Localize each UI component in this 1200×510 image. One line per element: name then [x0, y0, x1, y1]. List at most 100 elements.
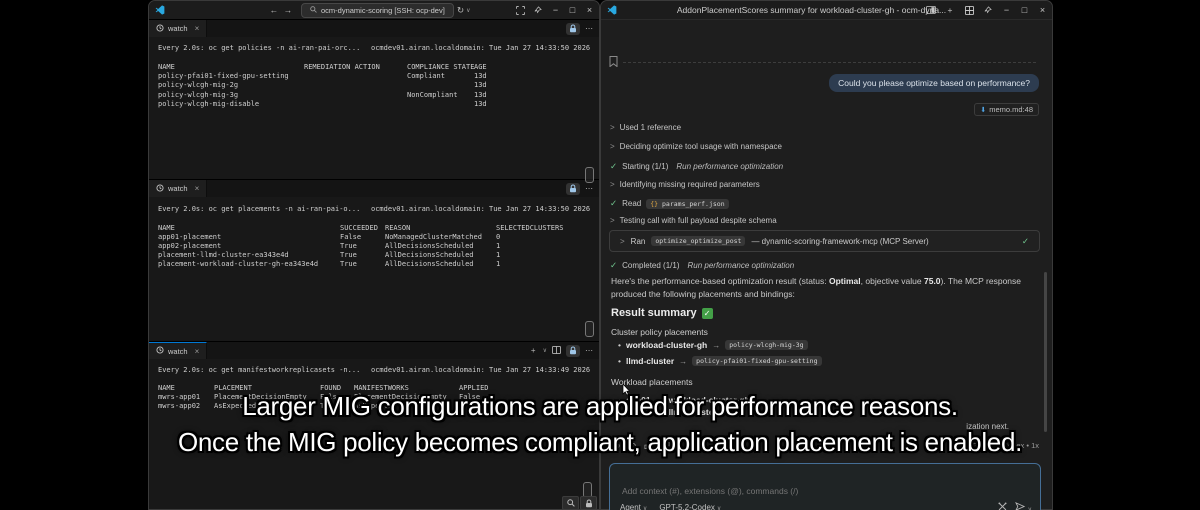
right-titlebar: AddonPlacementScores summary for workloa… [601, 1, 1052, 20]
scroll-lock-icon[interactable] [566, 23, 580, 35]
maximize-button[interactable]: □ [566, 5, 579, 15]
caption-line2: Once the MIG policy becomes compliant, a… [0, 427, 1200, 458]
step-used-reference[interactable]: > Used 1 reference [610, 123, 681, 132]
sync-icon[interactable]: ↻∨ [457, 3, 471, 17]
terminal1-tab-watch[interactable]: watch × [149, 20, 207, 37]
reference-badge[interactable]: ⬇ memo.md:48 [974, 103, 1039, 116]
json-file-icon: {} [650, 200, 658, 208]
more-actions-icon[interactable]: ⋯ [585, 24, 593, 33]
toggle-panel-icon[interactable] [924, 3, 938, 17]
minimize-button[interactable]: − [549, 5, 562, 15]
chevron-right-icon: > [610, 180, 615, 189]
terminal1-output: Every 2.0s: oc get policies -n ai-ran-pa… [149, 37, 599, 180]
screencast-corners-icon[interactable] [513, 3, 527, 17]
more-actions-icon[interactable]: ⋯ [585, 346, 593, 355]
terminal-scroll-indicator[interactable] [585, 321, 594, 337]
tab-label: watch [168, 24, 188, 33]
terminal2-tabbar: watch × ⋯ [149, 179, 599, 197]
search-icon [310, 6, 317, 15]
watch-icon [156, 184, 164, 194]
result-summary-heading: Result summary ✓ [611, 307, 713, 319]
left-titlebar: ← → ocm-dynamic-scoring [SSH: ocp-dev] ↻… [149, 1, 599, 20]
terminal-find-icon[interactable] [562, 496, 579, 510]
split-terminal-icon[interactable] [552, 346, 561, 356]
pin-icon[interactable] [981, 3, 995, 17]
terminal-policies: watch × ⋯ Every 2.0s: oc get policies -n… [149, 19, 599, 179]
step-starting[interactable]: ✓ Starting (1/1)Run performance optimiza… [610, 161, 783, 172]
arrow-right-icon: → [712, 341, 720, 350]
cluster-placement-item: • workload-cluster-gh → policy-wlcgh-mig… [618, 340, 808, 350]
send-icon[interactable]: ∨ [1015, 502, 1032, 510]
bullet-icon: • [618, 340, 621, 350]
more-actions-icon[interactable]: ⋯ [585, 184, 593, 193]
watch-command: Every 2.0s: oc get policies -n ai-ran-pa… [158, 44, 360, 53]
window-title: AddonPlacementScores summary for workloa… [671, 5, 952, 15]
bullet-icon: • [618, 356, 621, 366]
mode-selector[interactable]: Agent∨ [620, 503, 647, 510]
step-testing-call[interactable]: > Testing call with full payload despite… [610, 216, 777, 225]
nav-forward-icon[interactable]: → [281, 3, 295, 17]
cluster-placements-label: Cluster policy placements [611, 327, 708, 337]
maximize-button[interactable]: □ [1018, 5, 1031, 15]
terminal3-tab-watch[interactable]: watch × [149, 342, 207, 359]
result-intro-paragraph: Here's the performance-based optimizatio… [611, 275, 1043, 300]
customize-layout-icon[interactable] [962, 3, 976, 17]
new-chat-icon[interactable]: + [943, 3, 957, 17]
chat-divider [623, 62, 1036, 63]
policy-chip: policy-pfai01-fixed-gpu-setting [692, 356, 821, 366]
step-deciding-tool[interactable]: > Deciding optimize tool usage with name… [610, 142, 782, 151]
new-terminal-icon[interactable]: + [531, 346, 536, 355]
tools-icon[interactable] [998, 502, 1007, 510]
screen: ← → ocm-dynamic-scoring [SSH: ocp-dev] ↻… [0, 0, 1200, 510]
user-message: Could you please optimize based on perfo… [829, 74, 1039, 92]
tab-close-icon[interactable]: × [195, 24, 200, 33]
step-completed[interactable]: ✓ Completed (1/1)Run performance optimiz… [610, 260, 794, 271]
watch-host-time: ocmdev01.airan.localdomain: Tue Jan 27 1… [371, 44, 590, 53]
terminal2-tab-watch[interactable]: watch × [149, 180, 207, 197]
watch-host-time: ocmdev01.airan.localdomain: Tue Jan 27 1… [371, 366, 590, 375]
scroll-lock-icon[interactable] [566, 345, 580, 357]
terminal2-output: Every 2.0s: oc get placements -n ai-ran-… [149, 197, 599, 342]
check-icon: ✓ [610, 198, 617, 209]
check-icon: ✓ [1022, 236, 1029, 247]
chevron-right-icon: > [610, 216, 615, 225]
command-center-search[interactable]: ocm-dynamic-scoring [SSH: ocp-dev] [301, 3, 454, 18]
chevron-right-icon: > [620, 237, 625, 246]
terminal-dropdown-icon[interactable]: ∨ [543, 347, 547, 354]
arrow-right-icon: → [679, 357, 687, 366]
chevron-right-icon: > [610, 123, 615, 132]
close-button[interactable]: × [583, 5, 596, 15]
file-chip[interactable]: {} params_perf.json [646, 199, 728, 209]
model-selector[interactable]: GPT-5.2-Codex∨ [659, 503, 721, 510]
step-identifying-params[interactable]: > Identifying missing required parameter… [610, 180, 760, 189]
tool-name-chip: optimize_optimize_post [651, 236, 745, 246]
close-button[interactable]: × [1036, 5, 1049, 15]
pin-icon[interactable] [531, 3, 545, 17]
check-icon: ✓ [610, 260, 617, 271]
nav-back-icon[interactable]: ← [267, 3, 281, 17]
terminal-scroll-indicator[interactable] [585, 167, 594, 183]
cluster-placement-item: • llmd-cluster → policy-pfai01-fixed-gpu… [618, 356, 822, 366]
mcp-tool-call[interactable]: > Ran optimize_optimize_post — dynamic-s… [609, 230, 1040, 252]
chevron-right-icon: > [610, 142, 615, 151]
terminal-lock-icon[interactable] [580, 496, 597, 510]
step-read-file[interactable]: ✓ Read {} params_perf.json [610, 198, 729, 209]
markdown-file-icon: ⬇ [980, 106, 986, 114]
tab-close-icon[interactable]: × [195, 347, 200, 356]
vscode-logo-icon [605, 3, 619, 17]
chat-input-box[interactable]: Agent∨ GPT-5.2-Codex∨ ∨ [609, 463, 1041, 510]
scroll-lock-icon[interactable] [566, 183, 580, 195]
window-title-text: ocm-dynamic-scoring [SSH: ocp-dev] [321, 6, 445, 15]
tab-close-icon[interactable]: × [195, 184, 200, 193]
minimize-button[interactable]: − [1000, 5, 1013, 15]
terminal-manifestworks: watch × + ∨ ⋯ Every 2.0s: oc get manifes… [149, 341, 599, 510]
chat-input[interactable] [620, 485, 924, 497]
policy-chip: policy-wlcgh-mig-3g [725, 340, 807, 350]
terminal-placements: watch × ⋯ Every 2.0s: oc get placements … [149, 179, 599, 341]
caption-line1: Larger MIG configurations are applied fo… [0, 391, 1200, 422]
bookmark-icon[interactable] [609, 56, 618, 69]
terminal3-tabbar: watch × + ∨ ⋯ [149, 341, 599, 359]
watch-icon [156, 24, 164, 34]
chat-input-footer: Agent∨ GPT-5.2-Codex∨ ∨ [620, 502, 1032, 510]
vscode-logo-icon [153, 3, 167, 17]
